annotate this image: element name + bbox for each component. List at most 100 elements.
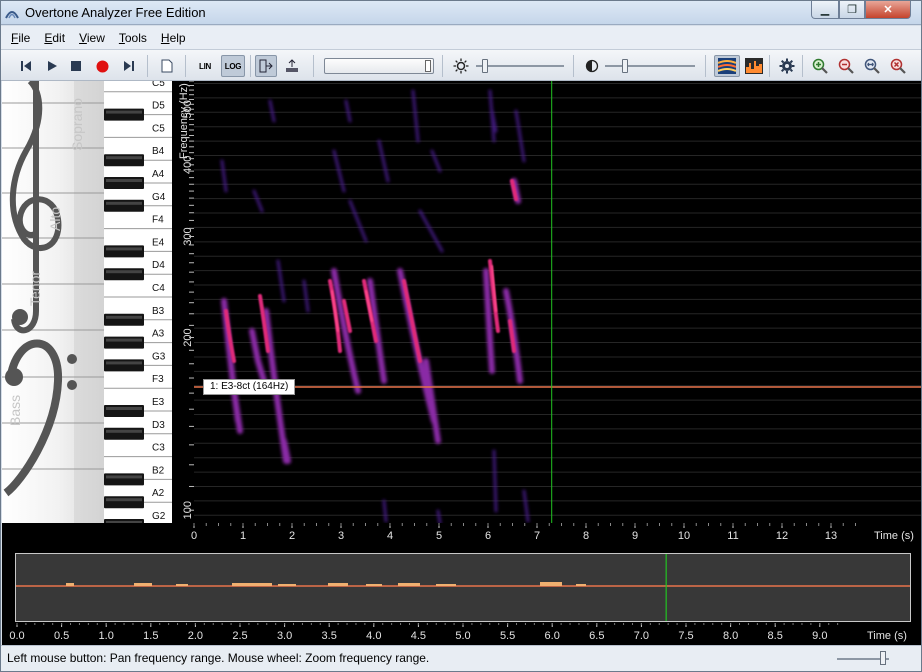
key-label-c5: C5 [152,81,165,89]
time-axis-title: Time (s) [874,530,914,542]
key-label-c5: C5 [152,123,165,134]
black-key[interactable] [104,154,144,167]
black-key[interactable] [104,108,144,121]
follow-playback-button[interactable] [255,55,277,77]
contrast-icon-wrap [581,55,603,77]
contrast-slider-track[interactable] [605,65,695,67]
zoom-slider-thumb[interactable] [880,651,886,665]
close-button[interactable]: ✕ [865,1,911,19]
overview-time-axis-title: Time (s) [867,630,907,642]
menu-tools[interactable]: Tools [119,31,147,45]
scroll-to-cursor-icon [259,59,273,73]
black-key[interactable] [104,245,144,258]
key-label-g3: G3 [152,351,166,362]
piano-keys: C5 D5 C5 B4 A4 G4 F4 E4 D4 C4 B3 A3 G3 F3 E3 D3 C3 B2 A2 G2 [104,81,172,523]
spectrogram-canvas[interactable] [194,81,921,523]
spectrogram-view-icon [718,58,736,74]
key-label-f4: F4 [152,215,164,226]
export-button[interactable] [281,55,303,77]
brightness-slider-thumb[interactable] [482,59,488,73]
toolbar-separator [442,55,443,77]
toolbar-separator [573,55,574,77]
piano-keyboard[interactable]: C5 D5 C5 B4 A4 G4 F4 E4 D4 C4 B3 A3 G3 F3 E3 D3 C3 B2 A2 G2 [104,81,172,523]
export-icon [286,59,298,72]
overview-tick-label: 1.5 [143,630,158,642]
time-tick-label: 8 [583,530,589,542]
key-label-d4: D4 [152,260,165,271]
overview-graphic [16,554,910,621]
black-key-highlight [106,315,142,319]
stop-button[interactable] [65,55,87,77]
black-key[interactable] [104,427,144,440]
black-key[interactable] [104,177,144,189]
stop-icon [71,61,81,71]
key-label-c3: C3 [152,443,165,454]
zoom-reset-button[interactable] [887,55,909,77]
black-key[interactable] [104,496,144,509]
key-label-b4: B4 [152,146,165,157]
music-staff-panel[interactable]: Soprano Alto Tenor Bass [2,81,104,523]
overview-tick-label: 5.5 [500,630,515,642]
zoom-out-button[interactable] [835,55,857,77]
new-document-button[interactable] [156,55,178,77]
waveform-overview[interactable] [15,553,911,622]
staff-lines: Soprano Alto Tenor Bass [2,81,104,523]
overview-tick-label: 2.0 [188,630,203,642]
settings-button[interactable] [776,55,798,77]
spectrogram-view-button[interactable] [714,55,740,77]
lin-label: LIN [199,61,211,71]
zoom-in-button[interactable] [809,55,831,77]
black-key[interactable] [104,199,144,212]
skip-forward-button[interactable] [118,55,140,77]
toolbar-separator [802,55,803,77]
position-thumb[interactable] [425,60,431,72]
maximize-button[interactable]: ❐ [839,1,865,19]
time-tick-label: 12 [776,530,788,542]
menu-file[interactable]: File [11,31,30,45]
record-icon [96,60,108,72]
overview-panel: Time (s) 0.0 0.5 1.0 1.5 2.0 2.5 3.0 3.5 4.0 4.5 5… [2,545,921,645]
black-key[interactable] [104,313,144,326]
time-tick-label: 4 [387,530,393,542]
overview-tick-label: 0.0 [9,630,24,642]
spectrum-view-button[interactable] [742,55,766,77]
overview-tick-label: 2.5 [232,630,247,642]
black-key[interactable] [104,336,144,349]
overview-tick-label: 4.5 [411,630,426,642]
overview-tick-label: 6.5 [589,630,604,642]
log-scale-button[interactable]: LOG [221,55,245,77]
black-key[interactable] [104,268,144,281]
skip-back-icon [21,61,31,71]
black-key[interactable] [104,405,144,417]
minimize-button[interactable]: ▁ [811,1,839,19]
menu-help[interactable]: Help [161,31,186,45]
overview-tick-label: 4.0 [366,630,381,642]
overview-tick-label: 3.0 [277,630,292,642]
overview-tick-label: 7.0 [634,630,649,642]
time-tick-label: 9 [632,530,638,542]
skip-back-button[interactable] [15,55,37,77]
menu-edit[interactable]: Edit [44,31,65,45]
zoom-reset-icon [890,58,906,74]
black-key-highlight [106,179,142,182]
play-button[interactable] [41,55,63,77]
zoom-fit-button[interactable] [861,55,883,77]
menu-view[interactable]: View [79,31,105,45]
key-label-a3: A3 [152,329,165,340]
menu-bar: File Edit View Tools Help [1,26,921,50]
contrast-slider-thumb[interactable] [622,59,628,73]
time-axis: Time (s) 0 1 2 3 4 5 6 7 8 9 10 11 12 13 [2,523,921,545]
toolbar-separator [769,55,770,77]
black-key[interactable] [104,359,144,372]
playback-position-bar[interactable] [324,58,434,74]
spectrum-view-icon [745,58,763,74]
black-key[interactable] [104,473,144,486]
linear-scale-button[interactable]: LIN [194,55,216,77]
overview-time-axis: Time (s) 0.0 0.5 1.0 1.5 2.0 2.5 3.0 3.5 4.0 4.5 5… [2,623,921,645]
brightness-slider-track[interactable] [476,65,564,67]
window-title: Overtone Analyzer Free Edition [25,5,206,20]
overview-tick-label: 8.0 [723,630,738,642]
play-icon [48,61,57,71]
voice-bass: Bass [7,395,23,426]
record-button[interactable] [91,55,113,77]
